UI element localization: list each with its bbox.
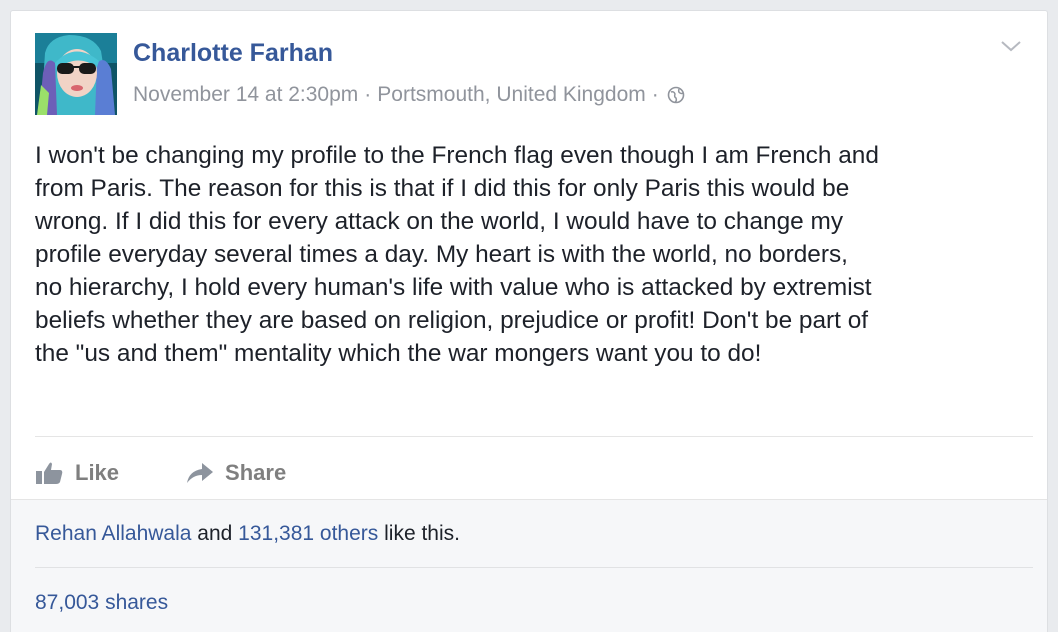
post-footer: Rehan Allahwala and 131,381 others like … (11, 499, 1047, 632)
likes-summary: Rehan Allahwala and 131,381 others like … (35, 522, 460, 546)
avatar-image (35, 33, 117, 115)
share-label: Share (225, 460, 287, 485)
share-button[interactable]: Share (185, 460, 286, 486)
like-button[interactable]: Like (35, 460, 119, 486)
likes-and-text: and (191, 522, 239, 545)
post-card: Charlotte Farhan November 14 at 2:30pm ·… (10, 10, 1048, 632)
author-name[interactable]: Charlotte Farhan (133, 39, 333, 68)
post-location[interactable]: Portsmouth, United Kingdom (377, 83, 645, 107)
meta-separator: · (364, 83, 372, 106)
globe-icon[interactable] (667, 86, 685, 104)
thumbs-up-icon (36, 462, 63, 484)
avatar[interactable] (35, 33, 117, 115)
shares-count-link[interactable]: 87,003 shares (35, 591, 168, 615)
post-text: I won't be changing my profile to the Fr… (35, 142, 879, 367)
share-arrow-icon (187, 463, 214, 483)
post-meta: November 14 at 2:30pm · Portsmouth, Unit… (133, 83, 685, 107)
liker-name-link[interactable]: Rehan Allahwala (35, 522, 191, 545)
like-label: Like (75, 460, 120, 485)
post-timestamp[interactable]: November 14 at 2:30pm (133, 83, 358, 107)
others-count-link[interactable]: 131,381 others (238, 522, 378, 545)
divider (35, 436, 1033, 437)
post-header: Charlotte Farhan November 14 at 2:30pm ·… (35, 33, 1023, 117)
meta-separator: · (651, 83, 659, 106)
divider (35, 567, 1033, 568)
chevron-down-icon[interactable] (999, 37, 1023, 55)
likes-suffix-text: like this. (378, 522, 460, 545)
action-bar: Like Share (35, 451, 286, 495)
